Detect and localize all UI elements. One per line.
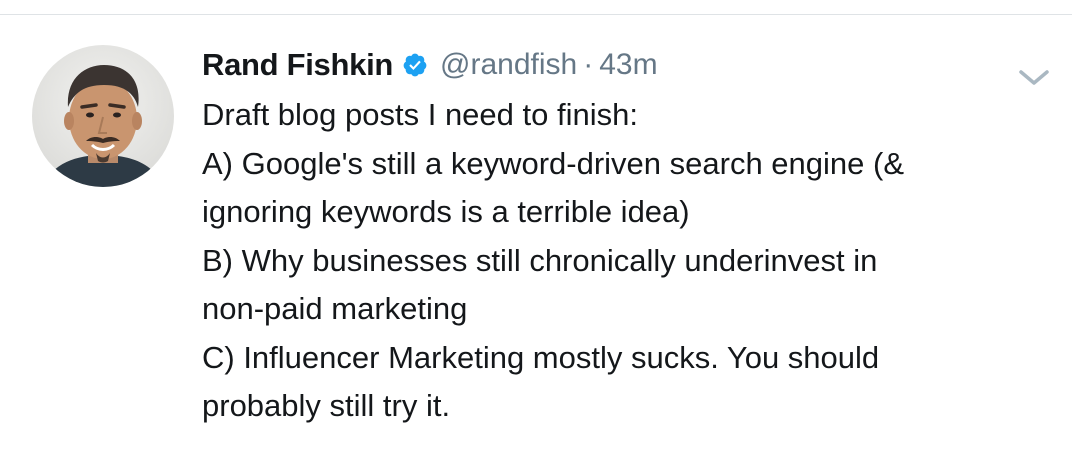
- tweet-text: Draft blog posts I need to finish: A) Go…: [202, 91, 1032, 431]
- tweet-line: non-paid marketing: [202, 291, 468, 326]
- tweet-line: Draft blog posts I need to finish:: [202, 97, 638, 132]
- avatar-image: [32, 45, 174, 187]
- tweet-line: C) Influencer Marketing mostly sucks. Yo…: [202, 339, 880, 375]
- tweet-line: B) Why businesses still chronically unde…: [202, 242, 878, 278]
- tweet-header: Rand Fishkin @randfish · 43m: [202, 39, 1032, 91]
- tweet-card[interactable]: Rand Fishkin @randfish · 43m Draft blog …: [0, 15, 1072, 465]
- tweet-line: ignoring keywords is a terrible idea): [202, 194, 690, 229]
- separator-dot: ·: [583, 48, 594, 81]
- avatar[interactable]: [32, 45, 174, 187]
- author-handle[interactable]: @randfish: [440, 48, 577, 82]
- tweet-content: Rand Fishkin @randfish · 43m Draft blog …: [202, 39, 1032, 431]
- author-name[interactable]: Rand Fishkin: [202, 47, 393, 83]
- chevron-down-icon[interactable]: [1016, 67, 1052, 89]
- tweet-timestamp[interactable]: 43m: [599, 48, 657, 82]
- tweet-line: A) Google's still a keyword-driven searc…: [202, 145, 905, 181]
- verified-badge-icon: [402, 52, 428, 78]
- tweet-line: probably still try it.: [202, 388, 451, 423]
